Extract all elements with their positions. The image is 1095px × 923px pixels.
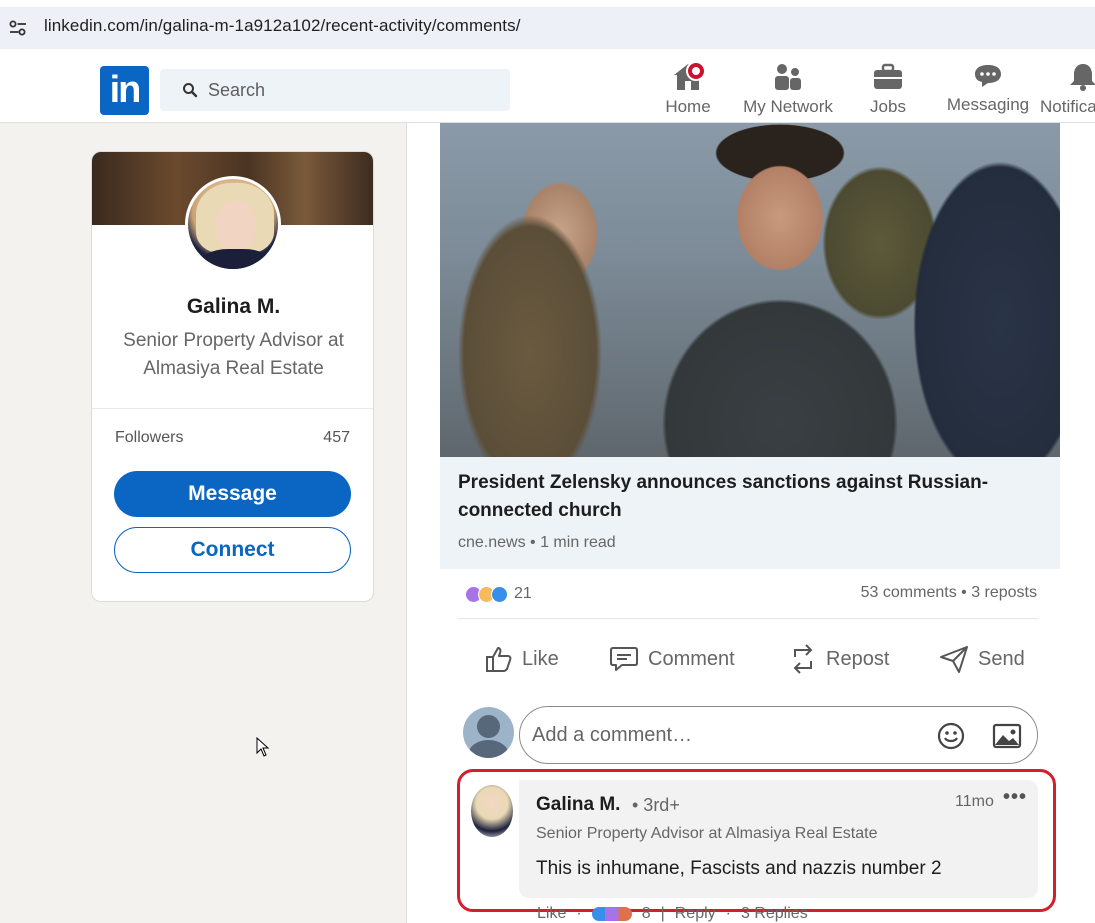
comment-more-options-icon[interactable]: ••• <box>1003 786 1027 809</box>
like-label: Like <box>522 647 559 670</box>
comment-reply-link[interactable]: Reply <box>675 905 716 923</box>
commenter-avatar[interactable] <box>471 785 513 837</box>
notification-badge <box>686 61 706 81</box>
nav-messaging-label: Messaging <box>946 95 1030 114</box>
comment-input[interactable] <box>532 707 912 763</box>
activity-feed: President Zelensky announces sanctions a… <box>406 123 1095 923</box>
profile-name[interactable]: Galina M. <box>92 295 373 319</box>
commenter-name[interactable]: Galina M. <box>536 794 620 816</box>
emoji-icon[interactable] <box>936 721 966 751</box>
separator: | <box>660 905 665 922</box>
reactions-summary[interactable]: 21 <box>465 583 532 605</box>
like-button[interactable]: Like <box>484 641 559 677</box>
article-meta: cne.news • 1 min read <box>458 534 616 551</box>
reaction-count[interactable]: 21 <box>514 585 532 603</box>
top-nav: in Home My Network Jobs <box>0 57 1095 123</box>
article-image[interactable] <box>440 123 1060 457</box>
comment-bubble: Galina M. • 3rd+ 11mo ••• Senior Propert… <box>519 780 1038 898</box>
separator: · <box>725 905 731 922</box>
nav-my-network-label: My Network <box>743 97 833 116</box>
connection-degree: • 3rd+ <box>632 795 680 815</box>
search-box[interactable] <box>160 69 510 111</box>
comment-reactions-icon <box>591 907 632 921</box>
nav-jobs-label: Jobs <box>870 97 906 116</box>
browser-address-bar: linkedin.com/in/galina-m-1a912a102/recen… <box>0 0 1095 57</box>
messaging-icon <box>975 65 1001 87</box>
like-icon <box>486 647 512 672</box>
nav-my-network[interactable]: My Network <box>740 61 836 121</box>
followers-label: Followers <box>115 429 184 446</box>
comment-like-link[interactable]: Like <box>537 905 566 923</box>
article-title[interactable]: President Zelensky announces sanctions a… <box>458 469 1018 525</box>
divider <box>458 618 1038 619</box>
search-input[interactable] <box>208 69 498 111</box>
like-reaction-icon <box>491 585 508 603</box>
nav-messaging[interactable]: Messaging <box>946 61 1030 121</box>
search-icon <box>183 83 198 98</box>
comment-icon <box>610 647 638 671</box>
message-button[interactable]: Message <box>114 471 351 517</box>
comment-text: This is inhumane, Fascists and nazzis nu… <box>536 858 942 879</box>
comment-reaction-count[interactable]: 8 <box>642 905 651 923</box>
nav-notifications[interactable]: Notifica <box>1040 61 1095 121</box>
repost-icon <box>793 644 813 674</box>
url-bar[interactable]: linkedin.com/in/galina-m-1a912a102/recen… <box>0 7 1095 49</box>
repost-button[interactable]: Repost <box>788 641 889 677</box>
send-icon <box>940 646 968 673</box>
profile-headline: Senior Property Advisor at Almasiya Real… <box>123 330 344 379</box>
connect-button[interactable]: Connect <box>114 527 351 573</box>
followers-count: 457 <box>323 429 350 446</box>
comment-timestamp: 11mo <box>955 793 994 810</box>
comments-reposts-stat[interactable]: 53 comments • 3 reposts <box>861 584 1037 602</box>
separator: · <box>576 905 582 922</box>
comment-replies-link[interactable]: 3 Replies <box>741 905 808 923</box>
nav-home[interactable]: Home <box>660 61 716 121</box>
profile-card: Galina M. Senior Property Advisor at Alm… <box>91 151 374 602</box>
commenter-headline: Senior Property Advisor at Almasiya Real… <box>536 825 878 842</box>
url-text[interactable]: linkedin.com/in/galina-m-1a912a102/recen… <box>44 16 521 36</box>
site-settings-icon[interactable] <box>8 18 28 38</box>
current-user-avatar <box>463 707 514 758</box>
send-label: Send <box>978 647 1025 670</box>
post-actions: Like Comment Repost Send <box>458 633 1048 683</box>
nav-notifications-label: Notifica <box>1040 97 1095 116</box>
profile-avatar[interactable] <box>185 176 281 272</box>
divider <box>92 408 373 409</box>
nav-home-label: Home <box>665 97 711 116</box>
briefcase-icon <box>874 63 902 89</box>
article-link-preview[interactable]: President Zelensky announces sanctions a… <box>440 457 1060 569</box>
comment-label: Comment <box>648 647 735 670</box>
send-button[interactable]: Send <box>938 641 1025 677</box>
network-icon <box>775 64 801 90</box>
linkedin-logo[interactable]: in <box>100 66 149 115</box>
comment-composer[interactable] <box>519 706 1038 764</box>
comment-button[interactable]: Comment <box>608 641 735 677</box>
image-icon[interactable] <box>992 721 1022 751</box>
repost-label: Repost <box>826 647 890 670</box>
nav-jobs[interactable]: Jobs <box>862 61 914 121</box>
mouse-cursor-icon <box>256 737 270 757</box>
bell-icon <box>1070 64 1095 91</box>
comment-footer: Like · 8 | Reply · 3 Replies <box>537 905 818 923</box>
